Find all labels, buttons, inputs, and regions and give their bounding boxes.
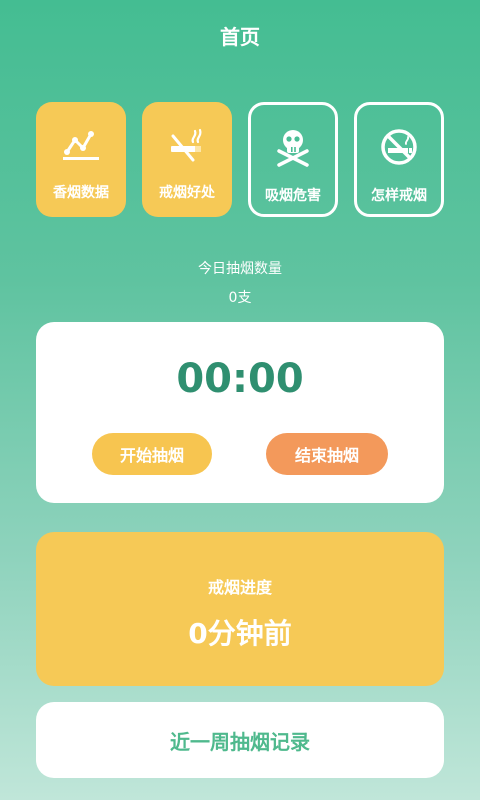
tile-label: 怎样戒烟: [371, 188, 427, 204]
line-chart-icon: [63, 131, 99, 160]
today-count-title: 今日抽烟数量: [198, 261, 282, 277]
page-title: 首页: [220, 24, 260, 49]
feature-tiles: 香烟数据 戒烟好处 吸烟危害 怎样戒烟: [36, 102, 444, 220]
weekly-records-label: 近一周抽烟记录: [170, 729, 310, 754]
timer-display: 00:00: [176, 356, 304, 402]
tile-quit-benefits[interactable]: 戒烟好处: [142, 102, 232, 217]
no-smoking-circle-icon: [381, 129, 417, 165]
today-count-value: 0支: [228, 290, 252, 306]
progress-value: 0分钟前: [188, 617, 292, 650]
tile-cigarette-data[interactable]: 香烟数据: [36, 102, 126, 217]
end-smoking-button[interactable]: 结束抽烟: [266, 433, 388, 475]
tile-label: 吸烟危害: [265, 188, 321, 204]
start-smoking-button[interactable]: 开始抽烟: [92, 433, 212, 475]
quit-progress-card: 戒烟进度 0分钟前: [36, 532, 444, 686]
tile-label: 戒烟好处: [159, 185, 215, 201]
top-bar: 首页: [0, 0, 480, 70]
weekly-records-button[interactable]: 近一周抽烟记录: [36, 702, 444, 778]
timer-card: 00:00 开始抽烟 结束抽烟: [36, 322, 444, 503]
progress-title: 戒烟进度: [207, 578, 272, 597]
tile-label: 香烟数据: [53, 185, 109, 201]
no-smoking-cigarette-icon: [171, 128, 202, 162]
skull-crossbones-icon: [277, 130, 309, 167]
tile-how-to-quit[interactable]: 怎样戒烟: [354, 102, 444, 217]
tile-smoking-harm[interactable]: 吸烟危害: [248, 102, 338, 217]
